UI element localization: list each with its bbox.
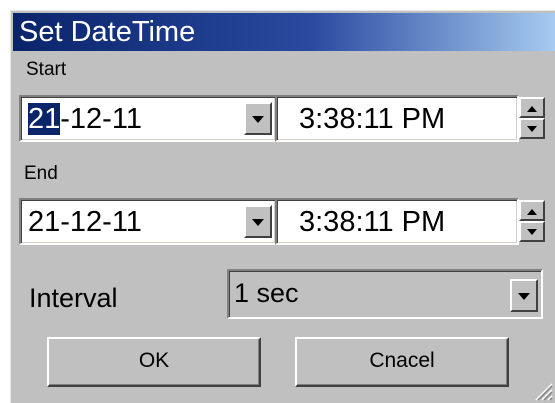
- chevron-down-icon: [252, 218, 264, 226]
- end-time-spin-up[interactable]: [519, 200, 545, 221]
- interval-dropdown-button[interactable]: [510, 279, 538, 312]
- interval-label: Interval: [29, 283, 118, 313]
- arrow-down-icon: [527, 229, 537, 235]
- chevron-down-icon: [518, 292, 530, 300]
- end-time-value: 3:38:11 PM: [299, 206, 446, 238]
- start-date-picker[interactable]: 21-12-11: [19, 95, 277, 142]
- start-time-spin-down[interactable]: [519, 118, 545, 139]
- end-time-field[interactable]: 3:38:11 PM: [275, 198, 519, 245]
- end-date-value: 21-12-11: [28, 206, 142, 238]
- start-date-day-selected[interactable]: 21: [28, 103, 61, 135]
- end-label: End: [24, 163, 58, 184]
- start-time-value: 3:38:11 PM: [299, 103, 446, 135]
- start-time-field[interactable]: 3:38:11 PM: [275, 95, 519, 142]
- arrow-up-icon: [527, 106, 537, 112]
- chevron-down-icon: [252, 115, 264, 123]
- start-label: Start: [26, 59, 67, 80]
- start-date-value: 21-12-11: [28, 103, 142, 135]
- end-date-dropdown-button[interactable]: [244, 205, 272, 238]
- title-bar[interactable]: Set DateTime: [13, 13, 555, 51]
- ok-button[interactable]: OK: [47, 337, 261, 387]
- interval-select[interactable]: 1 sec: [227, 269, 543, 319]
- end-time-spin-down[interactable]: [519, 221, 545, 242]
- arrow-up-icon: [527, 209, 537, 215]
- dialog-title: Set DateTime: [19, 16, 196, 48]
- arrow-down-icon: [527, 126, 537, 132]
- start-date-rest: -12-11: [60, 103, 142, 135]
- start-time-spin-up[interactable]: [519, 97, 545, 118]
- interval-selected-value: 1 sec: [234, 278, 299, 308]
- end-date-picker[interactable]: 21-12-11: [19, 198, 277, 245]
- start-date-dropdown-button[interactable]: [244, 102, 272, 135]
- cancel-button[interactable]: Cnacel: [295, 337, 509, 387]
- set-datetime-dialog: Set DateTime Start 21-12-11 3:38:11 PM E…: [10, 10, 555, 403]
- resize-grip-icon[interactable]: [533, 381, 553, 401]
